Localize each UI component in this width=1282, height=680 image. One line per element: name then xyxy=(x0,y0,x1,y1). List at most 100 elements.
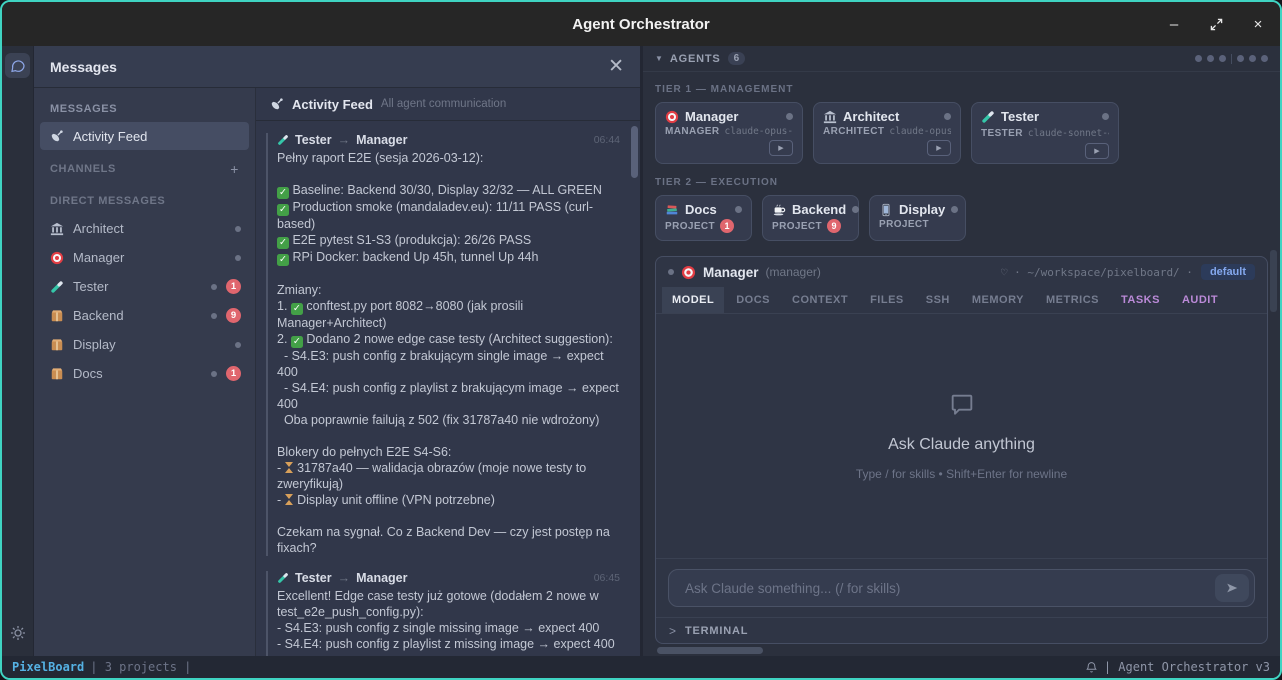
statusbar: PixelBoard | 3 projects | | Agent Orches… xyxy=(2,656,1280,678)
agents-header[interactable]: ▼ AGENTS 6 xyxy=(643,46,1280,72)
status-dot xyxy=(735,206,742,213)
agent-card-architect[interactable]: Architect ARCHITECT claude-opus-4-6 ▶ xyxy=(813,102,961,164)
send-icon xyxy=(1225,581,1239,595)
message-from: Tester xyxy=(295,571,332,585)
dm-section-label: DIRECT MESSAGES xyxy=(34,184,255,214)
status-dot xyxy=(211,313,217,319)
chevron-right-icon: > xyxy=(669,624,676,638)
workspace-path: ♡ · ~/workspace/pixelboard/ · xyxy=(1001,266,1193,279)
tab-audit[interactable]: AUDIT xyxy=(1172,287,1228,313)
agents-panel: ▼ AGENTS 6 TIER 1 — MANAGEMENT xyxy=(643,46,1280,656)
profile-chip[interactable]: default xyxy=(1201,264,1255,280)
window-title: Agent Orchestrator xyxy=(572,16,710,33)
sidebar-item-tester[interactable]: Tester 1 xyxy=(34,272,255,301)
sidebar-item-backend[interactable]: Backend 9 xyxy=(34,301,255,330)
detail-agent-name: Manager xyxy=(703,265,759,280)
sidebar-item-display[interactable]: Display xyxy=(34,330,255,359)
status-dot xyxy=(852,206,859,213)
feed-scrollbar[interactable] xyxy=(631,126,638,178)
add-channel-button[interactable]: + xyxy=(230,161,239,177)
unread-badge: 9 xyxy=(226,308,241,323)
tab-context[interactable]: CONTEXT xyxy=(782,287,858,313)
feed-scroll-area[interactable]: Tester → Manager 06:44 Pełny raport E2E … xyxy=(256,121,640,656)
sidebar-item-architect[interactable]: Architect xyxy=(34,214,255,243)
test-tube-icon xyxy=(981,110,995,124)
agent-role: ARCHITECT xyxy=(823,126,884,137)
agent-role: PROJECT xyxy=(665,221,715,232)
agent-detail-header: Manager (manager) ♡ · ~/workspace/pixelb… xyxy=(656,257,1267,287)
run-agent-button[interactable]: ▶ xyxy=(927,140,951,156)
detail-agent-role: (manager) xyxy=(766,265,821,279)
dm-name: Architect xyxy=(73,221,226,236)
app-window: Agent Orchestrator – × Messages ✕ xyxy=(0,0,1282,680)
rail-messages-button[interactable] xyxy=(5,53,30,78)
statusbar-version: | Agent Orchestrator v3 xyxy=(1104,660,1270,674)
status-dot xyxy=(951,206,958,213)
maximize-icon xyxy=(1210,18,1223,31)
sidebar-item-manager[interactable]: Manager xyxy=(34,243,255,272)
test-tube-icon xyxy=(277,134,289,146)
messages-panel-header: Messages ✕ xyxy=(34,46,640,88)
chat-input-row xyxy=(656,558,1267,617)
messages-panel: Messages ✕ MESSAGES Activity Feed CHANNE… xyxy=(34,46,640,656)
sidebar-item-activity-feed[interactable]: Activity Feed xyxy=(40,122,249,150)
agent-card-tester[interactable]: Tester TESTER claude-sonnet-4-6 1 ▶ xyxy=(971,102,1119,164)
chat-empty-state: Ask Claude anything Type / for skills • … xyxy=(656,314,1267,558)
left-rail xyxy=(2,46,34,656)
terminal-label: TERMINAL xyxy=(685,625,748,637)
agent-name: Docs xyxy=(685,202,717,217)
run-agent-button[interactable]: ▶ xyxy=(769,140,793,156)
vertical-scrollbar[interactable] xyxy=(1270,250,1277,312)
terminal-toggle[interactable]: > TERMINAL xyxy=(656,617,1267,643)
message-to: Manager xyxy=(356,133,407,147)
agent-card-docs[interactable]: Docs PROJECT 1 xyxy=(655,195,752,241)
activity-feed: Activity Feed All agent communication Te… xyxy=(256,88,640,656)
test-tube-icon xyxy=(277,572,289,584)
agent-card-backend[interactable]: Backend PROJECT 9 xyxy=(762,195,859,241)
agent-model: claude-opus-4-6 xyxy=(889,126,951,137)
empty-state-hint: Type / for skills • Shift+Enter for newl… xyxy=(856,467,1067,481)
close-button[interactable]: × xyxy=(1250,16,1266,32)
feed-title: Activity Feed xyxy=(292,97,373,112)
send-button[interactable] xyxy=(1215,574,1249,602)
maximize-button[interactable] xyxy=(1208,16,1224,32)
satellite-icon xyxy=(270,97,284,111)
message-body: Excellent! Edge case testy już gotowe (d… xyxy=(277,588,620,656)
unread-badge: 1 xyxy=(226,279,241,294)
tab-metrics[interactable]: METRICS xyxy=(1036,287,1109,313)
message: Tester → Manager 06:45 Excellent! Edge c… xyxy=(266,571,620,656)
agent-card-manager[interactable]: Manager MANAGER claude-opus-4-6 ▶ xyxy=(655,102,803,164)
horizontal-scrollbar[interactable] xyxy=(655,646,1268,656)
agent-role: PROJECT xyxy=(772,221,822,232)
tab-memory[interactable]: MEMORY xyxy=(962,287,1034,313)
rail-settings-button[interactable] xyxy=(10,625,26,646)
tab-docs[interactable]: DOCS xyxy=(726,287,780,313)
close-messages-button[interactable]: ✕ xyxy=(608,57,624,76)
unread-badge: 1 xyxy=(720,219,734,233)
dm-name: Tester xyxy=(73,279,202,294)
run-agent-button[interactable]: ▶ xyxy=(1085,143,1109,159)
dm-name: Manager xyxy=(73,250,226,265)
sidebar-item-label: Activity Feed xyxy=(73,129,147,144)
minimize-button[interactable]: – xyxy=(1166,16,1182,32)
channels-section: CHANNELS + xyxy=(34,150,255,184)
play-icon: ▶ xyxy=(936,144,941,152)
agent-card-display[interactable]: Display PROJECT xyxy=(869,195,966,241)
messages-sidebar: MESSAGES Activity Feed CHANNELS + DIRECT… xyxy=(34,88,256,656)
message-from: Tester xyxy=(295,133,332,147)
message-time: 06:45 xyxy=(594,572,620,584)
bell-icon[interactable] xyxy=(1085,661,1098,674)
tier1-label: TIER 1 — MANAGEMENT xyxy=(655,84,1268,95)
gear-icon xyxy=(10,625,26,641)
tab-ssh[interactable]: SSH xyxy=(916,287,960,313)
classical-building-icon xyxy=(823,110,837,124)
activity-feed-header: Activity Feed All agent communication xyxy=(256,88,640,121)
sidebar-item-docs[interactable]: Docs 1 xyxy=(34,359,255,388)
messages-panel-title: Messages xyxy=(50,59,608,75)
unread-badge: 9 xyxy=(827,219,841,233)
arrow-icon: → xyxy=(338,133,351,147)
tab-files[interactable]: FILES xyxy=(860,287,914,313)
chat-input[interactable] xyxy=(683,580,1215,597)
tab-tasks[interactable]: TASKS xyxy=(1111,287,1170,313)
tab-model[interactable]: MODEL xyxy=(662,287,724,313)
